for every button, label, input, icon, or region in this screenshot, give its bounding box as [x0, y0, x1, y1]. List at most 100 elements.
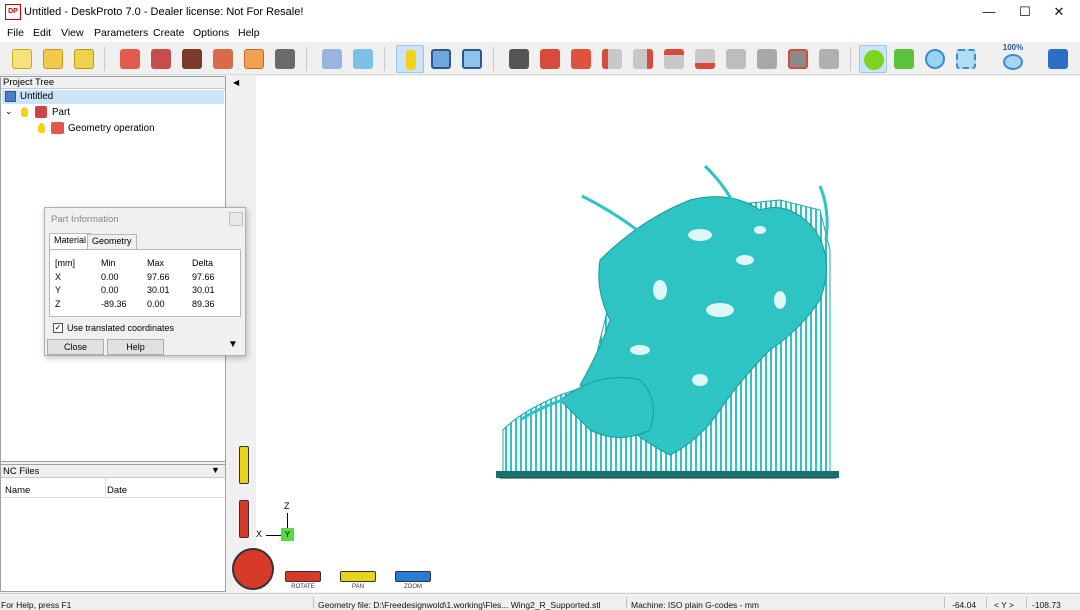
row-x-max: 97.66 [147, 272, 170, 282]
translated-coordinates-checkbox[interactable]: ✓ [53, 323, 63, 333]
rotate-wheel[interactable] [232, 548, 274, 590]
dialog-title: Part Information [51, 214, 119, 225]
menu-edit[interactable]: Edit [33, 27, 51, 39]
status-bar: For Help, press F1 Geometry file: D:\Fre… [0, 593, 1080, 610]
row-x-axis: X [55, 272, 62, 282]
project-icon [5, 91, 16, 102]
expand-arrow-icon[interactable]: ▼ [228, 339, 238, 350]
tab-material[interactable]: Material [49, 233, 92, 250]
pan-control[interactable] [340, 571, 376, 582]
status-coord-x: -64.04 [952, 600, 977, 610]
row-z-delta: 89.36 [192, 299, 215, 309]
tab-geometry[interactable]: Geometry [87, 234, 137, 249]
view-front-icon[interactable] [536, 45, 564, 73]
status-separator [986, 597, 987, 608]
tree-item-part[interactable]: Part [52, 107, 70, 118]
toolbar-separator [384, 47, 385, 71]
rotate-control-label: ROTATE [291, 584, 315, 590]
help-book-icon[interactable] [1044, 45, 1072, 73]
snapshot-icon[interactable] [784, 45, 812, 73]
status-coord-y: -108.73 [1032, 600, 1061, 610]
view-iso-1-icon[interactable] [722, 45, 750, 73]
vector-icon[interactable] [209, 45, 237, 73]
row-y-delta: 30.01 [192, 285, 215, 295]
edit-part-icon[interactable] [147, 45, 175, 73]
geometry-operation-icon [51, 122, 64, 134]
view-top-icon[interactable] [660, 45, 688, 73]
view-right-icon[interactable] [629, 45, 657, 73]
bitmap-icon[interactable] [178, 45, 206, 73]
view-iso-2-icon[interactable] [753, 45, 781, 73]
layout-icon[interactable] [427, 45, 455, 73]
pan-control-label: PAN [352, 584, 364, 590]
view-panel-icon[interactable] [458, 45, 486, 73]
snapshot-compare-icon[interactable] [815, 45, 843, 73]
rotate-control[interactable] [285, 571, 321, 582]
row-y-axis: Y [55, 285, 62, 295]
tree-item-geometry-operation[interactable]: Geometry operation [68, 123, 155, 134]
pan-icon[interactable] [890, 45, 918, 73]
menu-view[interactable]: View [61, 27, 84, 39]
material-pane: [mm] Min Max Delta X 0.00 97.66 97.66 Y … [49, 249, 241, 317]
tree-item-untitled[interactable]: Untitled [2, 90, 224, 104]
view-bottom-icon[interactable] [691, 45, 719, 73]
save-project-icon[interactable] [70, 45, 98, 73]
lightbulb-icon[interactable] [38, 123, 45, 133]
part-information-dialog: Part Information Material Geometry [mm] … [44, 207, 246, 356]
find-icon[interactable] [349, 45, 377, 73]
drawing-icon[interactable] [240, 45, 268, 73]
status-separator [626, 597, 627, 608]
menu-create[interactable]: Create [153, 27, 185, 39]
new-project-icon[interactable] [8, 45, 36, 73]
info-icon[interactable] [396, 45, 424, 73]
row-y-max: 30.01 [147, 285, 170, 295]
row-z-axis: Z [55, 299, 61, 309]
build-plate [496, 471, 839, 478]
title-bar: DP Untitled - DeskProto 7.0 - Dealer lic… [0, 0, 1080, 24]
lightbulb-icon[interactable] [21, 107, 28, 117]
column-divider [105, 478, 106, 498]
row-z-max: 0.00 [147, 299, 165, 309]
nc-files-title: NC Files [3, 466, 40, 477]
camera-icon[interactable] [505, 45, 533, 73]
help-button[interactable]: Help [107, 339, 164, 355]
header-delta: Delta [192, 258, 214, 268]
window-title: Untitled - DeskProto 7.0 - Dealer licens… [24, 6, 304, 18]
column-date[interactable]: Date [107, 485, 127, 496]
menu-parameters[interactable]: Parameters [94, 27, 148, 39]
axis-x-label: X [256, 529, 263, 539]
view-back-icon[interactable] [567, 45, 595, 73]
menu-help[interactable]: Help [238, 27, 260, 39]
menu-options[interactable]: Options [193, 27, 229, 39]
dialog-close-icon[interactable] [229, 212, 243, 226]
menu-file[interactable]: File [7, 27, 24, 39]
toolbar-separator [493, 47, 494, 71]
project-tree-header: Project Tree [1, 77, 225, 89]
dropdown-arrow-icon[interactable]: ▼ [211, 465, 220, 475]
status-separator [313, 597, 314, 608]
tree-root-label: Untitled [20, 91, 54, 102]
column-name[interactable]: Name [5, 485, 30, 496]
axis-z-label: Z [284, 501, 290, 511]
close-window-button[interactable]: ✕ [1036, 0, 1080, 24]
export-icon[interactable] [271, 45, 299, 73]
toolbar-separator [850, 47, 851, 71]
axis-y-label: Y [281, 528, 294, 541]
status-separator [944, 597, 945, 608]
part-properties-icon[interactable] [318, 45, 346, 73]
close-button[interactable]: Close [47, 339, 104, 355]
zoom-icon[interactable] [921, 45, 949, 73]
rotate-icon[interactable] [859, 45, 887, 73]
header-min: Min [101, 258, 116, 268]
zoom-100-icon[interactable]: 100% [999, 43, 1027, 73]
open-project-icon[interactable] [39, 45, 67, 73]
view-left-icon[interactable] [598, 45, 626, 73]
nc-files-header: NC Files ▼ [1, 465, 225, 478]
chevron-down-icon[interactable]: ⌄ [5, 106, 13, 117]
zoom-control[interactable] [395, 571, 431, 582]
zoom-window-icon[interactable] [952, 45, 980, 73]
row-x-min: 0.00 [101, 272, 119, 282]
nc-files-column-headers: Name Date [1, 478, 225, 498]
import-geometry-icon[interactable] [116, 45, 144, 73]
translated-coordinates-label: Use translated coordinates [67, 323, 175, 333]
